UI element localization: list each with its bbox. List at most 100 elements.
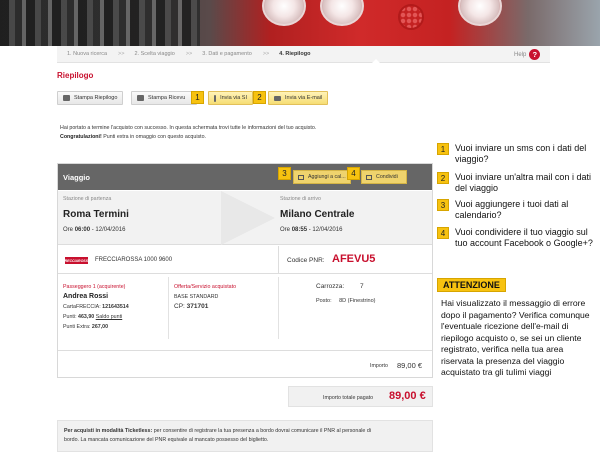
total-value: 89,00 € xyxy=(389,390,426,402)
departure-time-value: 06:00 xyxy=(74,227,91,233)
loyalty-card: CartaFRECCIA: 121643514 xyxy=(63,302,129,312)
departure-date: 12/04/2016 xyxy=(95,227,126,233)
train-name: FRECCIAROSSA 1000 9600 xyxy=(95,257,173,263)
departure-station: Roma Termini xyxy=(63,209,129,220)
phone-icon xyxy=(214,94,217,102)
calendar-icon xyxy=(298,174,304,180)
breadcrumb-separator: >> xyxy=(118,51,125,57)
passenger-info: Passeggero 1 (acquirente) Andrea Rossi C… xyxy=(63,282,129,332)
share-button[interactable]: Condividi xyxy=(361,170,407,184)
printer-icon xyxy=(63,95,70,101)
carriage-label: Carrozza: xyxy=(316,283,345,290)
seat-value: 8D (Finestrino) xyxy=(339,298,376,304)
departure-label: Stazione di partenza xyxy=(63,196,112,202)
breadcrumb-step-1[interactable]: 1. Nuova ricerca xyxy=(67,51,107,57)
envelope-icon xyxy=(274,95,281,101)
callout-text: Vuoi inviare un sms con i dati del viagg… xyxy=(455,143,587,164)
offer-label: Offerta/Servizio acquistato xyxy=(174,284,237,290)
passenger-label: Passeggero 1 xyxy=(63,284,96,290)
card-label: CartaFRECCIA: xyxy=(63,304,101,310)
arrival-label: Stazione di arrivo xyxy=(280,196,321,202)
departure-time-label: Ore xyxy=(63,227,74,233)
train-headlight xyxy=(458,0,502,26)
help-icon[interactable]: ? xyxy=(529,49,541,60)
callout-text: Vuoi aggiungere i tuoi dati al calendari… xyxy=(455,199,569,220)
print-receipt-button[interactable]: Stampa Ricevu xyxy=(131,91,197,105)
pnr-label: Codice PNR: xyxy=(287,257,325,264)
add-calendar-button[interactable]: Aggiungi a cal... xyxy=(293,170,351,184)
train-row: FRECCIAROSSA FRECCIAROSSA 1000 9600 Codi… xyxy=(58,246,432,274)
trip-title: Viaggio xyxy=(63,173,90,182)
active-step-caret xyxy=(372,59,380,63)
congrats-bold: Congratulazioni! xyxy=(60,134,102,140)
arrival-date: 12/04/2016 xyxy=(312,227,343,233)
page-title: Riepilogo xyxy=(57,71,94,80)
print-summary-button[interactable]: Stampa Riepilogo xyxy=(57,91,124,105)
seat-info: Carrozza: 7 Posto: 8D (Finestrino) xyxy=(316,280,376,308)
ticketless-notice: Per acquisti in modalità Ticketless: per… xyxy=(57,420,433,452)
passenger-header: Passeggero 1 (acquirente) xyxy=(63,282,129,292)
extra-points-label: Punti Extra: xyxy=(63,324,91,330)
attention-text: Hai visualizzato il messaggio di errore … xyxy=(441,298,590,377)
price-value: 89,00 € xyxy=(397,361,423,370)
total-label: Importo totale pagato xyxy=(323,395,374,401)
passenger-role: (acquirente) xyxy=(97,284,126,290)
points-balance-link[interactable]: Saldo punti xyxy=(96,314,123,320)
train-horn xyxy=(398,4,424,30)
departure-time: Ore 06:00 - 12/04/2016 xyxy=(63,227,125,233)
notice-text-1: per consentire di registrare la tua pres… xyxy=(152,428,371,434)
send-email-button[interactable]: Invia via E-mail xyxy=(268,91,329,105)
help-link[interactable]: Help ? xyxy=(514,49,541,60)
send-sms-label: Invia via SI xyxy=(220,95,247,101)
callout-1: 1 Vuoi inviare un sms con i dati del via… xyxy=(437,143,595,165)
price-row: Importo 89,00 € xyxy=(58,350,432,378)
callout-3: 3 Vuoi aggiungere i tuoi dati al calenda… xyxy=(437,199,595,221)
direction-arrow xyxy=(221,191,275,245)
carriage-value: 7 xyxy=(360,283,364,290)
share-label: Condividi xyxy=(376,174,398,180)
callout-2: 2 Vuoi inviare un'altra mail con i dati … xyxy=(437,172,595,194)
breadcrumb-separator: >> xyxy=(262,51,270,57)
success-text: Hai portato a termine l'acquisto con suc… xyxy=(60,125,317,131)
seat-label: Posto: xyxy=(316,298,332,304)
extra-points-value: 267,00 xyxy=(91,324,109,330)
share-icon xyxy=(366,174,372,180)
marker-4: 4 xyxy=(347,167,360,180)
breadcrumb-step-2[interactable]: 2. Scelta viaggio xyxy=(134,51,174,57)
send-sms-button[interactable]: Invia via SI xyxy=(208,91,253,105)
total-box: Importo totale pagato 89,00 € xyxy=(288,386,433,407)
arrival-time-value: 08:55 xyxy=(291,227,308,233)
marker-1: 1 xyxy=(191,91,204,104)
points-label: Punti: xyxy=(63,314,77,320)
callout-number: 2 xyxy=(437,172,449,184)
seat-row: Posto: 8D (Finestrino) xyxy=(316,294,376,308)
print-receipt-label: Stampa Ricevu xyxy=(148,95,186,101)
price-label: Importo xyxy=(370,363,388,369)
success-message: Hai portato a termine l'acquisto con suc… xyxy=(60,124,400,142)
callout-text: Vuoi inviare un'altra mail con i dati de… xyxy=(455,172,591,193)
cp-row: CP: 371701 xyxy=(174,302,236,312)
station-photo xyxy=(0,0,200,46)
printer-icon xyxy=(137,95,144,101)
arrival-time-label: Ore xyxy=(280,227,291,233)
breadcrumb-step-3[interactable]: 3. Dati e pagamento xyxy=(202,51,252,57)
attention-label: ATTENZIONE xyxy=(437,278,506,292)
congrats-text: Congratulazioni! Punti extra in omaggio … xyxy=(60,133,400,142)
pnr-box: Codice PNR: AFEVU5 xyxy=(278,246,432,274)
cp-label: CP: xyxy=(174,303,185,310)
hero-banner xyxy=(0,0,600,46)
callout-number: 1 xyxy=(437,143,449,155)
card-number: 121643514 xyxy=(102,304,129,310)
train-headlight xyxy=(262,0,306,26)
train-headlight xyxy=(320,0,364,26)
points-row: Punti: 463,90 Saldo punti xyxy=(63,312,129,322)
breadcrumb-separator: >> xyxy=(185,51,193,57)
marker-2: 2 xyxy=(253,91,266,104)
callout-number: 4 xyxy=(437,227,449,239)
marker-3: 3 xyxy=(278,167,291,180)
passenger-name: Andrea Rossi xyxy=(63,293,109,300)
carriage-row: Carrozza: 7 xyxy=(316,280,376,294)
arrival-station: Milano Centrale xyxy=(280,209,355,220)
breadcrumb-step-4: 4. Riepilogo xyxy=(279,51,311,57)
trip-card: Viaggio Aggiungi a cal... Condividi 3 4 … xyxy=(57,163,433,378)
